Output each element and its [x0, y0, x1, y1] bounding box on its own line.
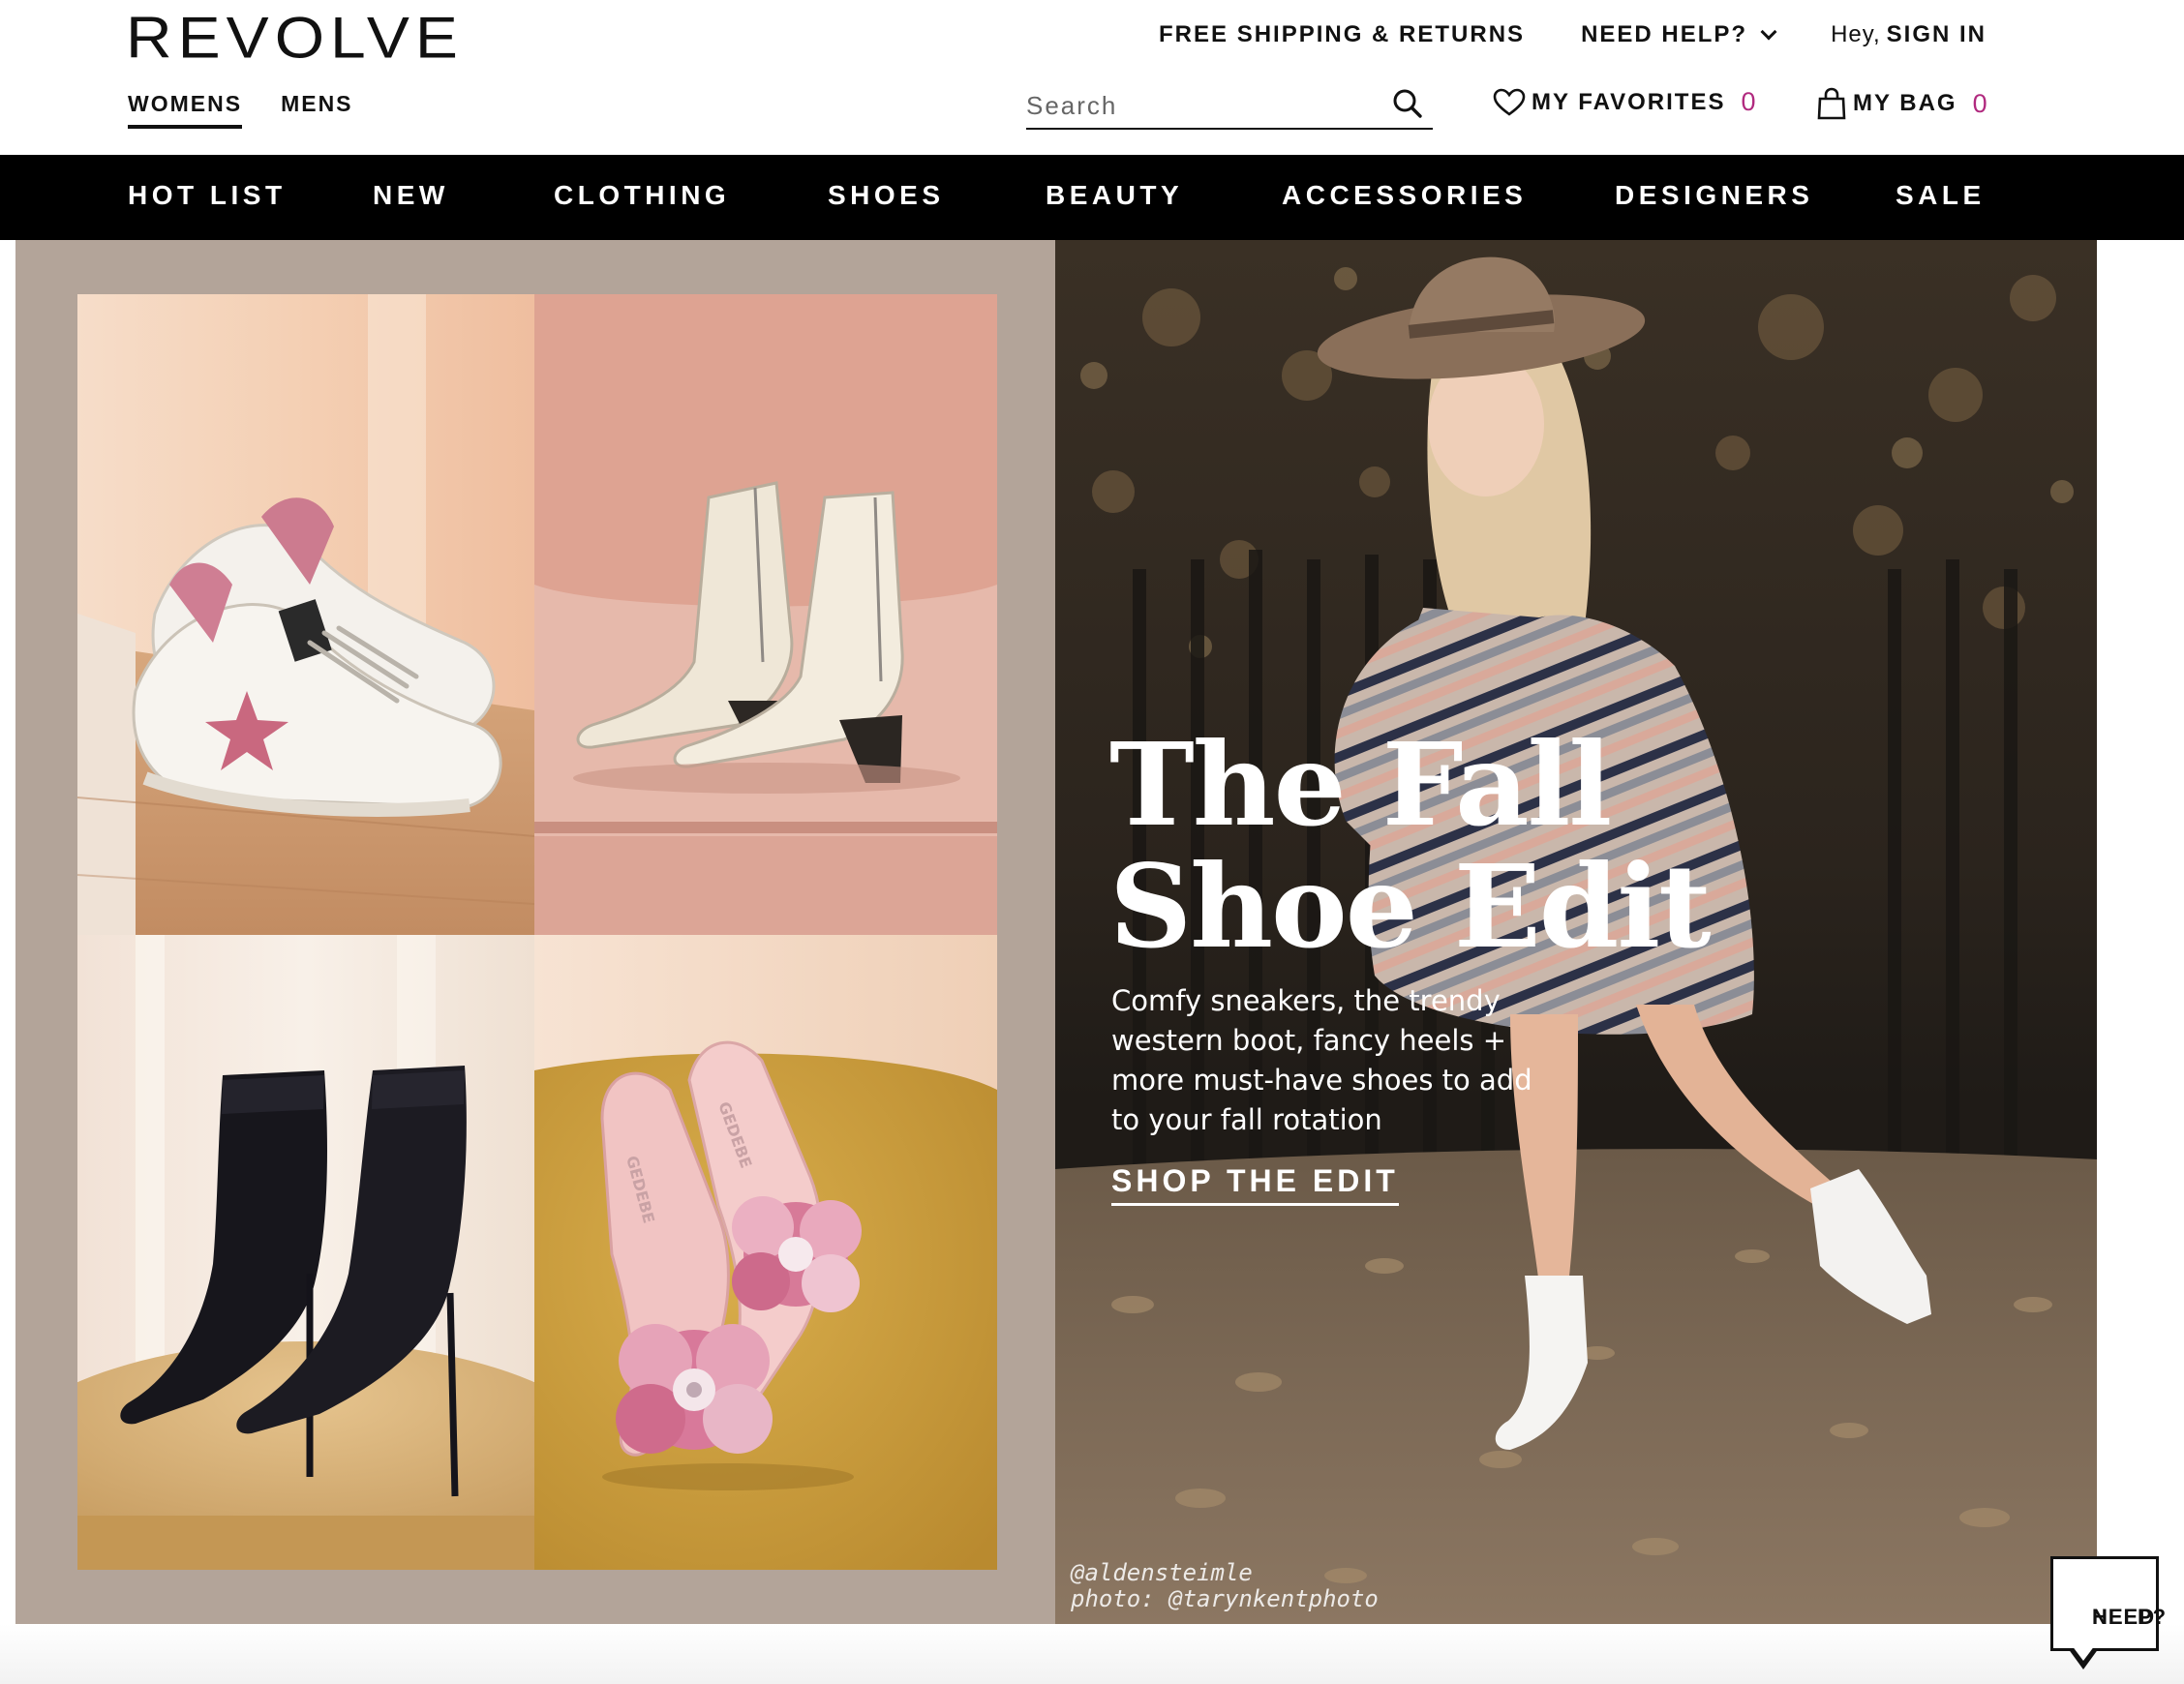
nav-beauty[interactable]: BEAUTY — [1046, 180, 1183, 211]
utility-nav: FREE SHIPPING & RETURNS NEED HELP? Hey, S… — [1103, 21, 1987, 48]
chat-bubble-tail-inner — [2072, 1645, 2095, 1661]
nav-designers[interactable]: DESIGNERS — [1615, 180, 1813, 211]
photo-credit: @aldensteimle photo: @tarynkentphoto — [1071, 1559, 1379, 1612]
western-boots-photo[interactable] — [534, 294, 997, 935]
search-bar — [1026, 83, 1433, 130]
hero-banner[interactable]: GEDEBE GEDEBE The Fall Shoe Edit Comfy s… — [15, 240, 2097, 1624]
sock-booties-photo[interactable] — [77, 935, 534, 1570]
my-bag-link[interactable]: MY BAG 0 — [1816, 87, 1987, 120]
search-input[interactable] — [1026, 90, 1375, 121]
free-shipping-link[interactable]: FREE SHIPPING & RETURNS — [1159, 21, 1525, 48]
page-bottom-strip — [0, 1624, 2184, 1684]
revolve-logo[interactable]: REVOLVE — [126, 8, 464, 67]
fall-shoe-edit-feature[interactable]: The Fall Shoe Edit Comfy sneakers, the t… — [1055, 240, 2097, 1624]
sneakers-photo[interactable] — [77, 294, 534, 935]
tab-womens[interactable]: WOMENS — [128, 91, 243, 129]
floral-mules-photo[interactable]: GEDEBE GEDEBE — [534, 935, 997, 1570]
my-favorites-link[interactable]: MY FAVORITES 0 — [1493, 87, 1756, 117]
need-help-dropdown[interactable]: NEED HELP? — [1581, 21, 1777, 48]
hero-headline: The Fall Shoe Edit — [1109, 717, 1712, 974]
shop-the-edit-link[interactable]: SHOP THE EDIT — [1111, 1163, 1399, 1206]
chevron-down-icon — [1760, 23, 1777, 41]
favorites-count: 0 — [1741, 87, 1756, 116]
tab-mens[interactable]: MENS — [281, 91, 352, 129]
nav-clothing[interactable]: CLOTHING — [554, 180, 730, 211]
heart-icon — [1493, 88, 1526, 116]
need-help-chat-button[interactable]: NEED HELP? — [2050, 1556, 2166, 1651]
search-icon[interactable] — [1388, 85, 1427, 124]
hero-subcopy: Comfy sneakers, the trendy western boot,… — [1111, 984, 1532, 1136]
bag-icon — [1817, 87, 1846, 120]
gender-nav: WOMENS MENS — [128, 91, 353, 129]
shoe-photo-grid: GEDEBE GEDEBE — [77, 294, 997, 1570]
nav-hot-list[interactable]: HOT LIST — [128, 180, 287, 211]
sign-in-link[interactable]: Hey, SIGN IN — [1831, 21, 1987, 48]
nav-shoes[interactable]: SHOES — [828, 180, 945, 211]
category-nav: HOT LIST NEW CLOTHING SHOES BEAUTY ACCES… — [0, 155, 2184, 240]
bag-count: 0 — [1972, 88, 1987, 118]
site-header: REVOLVE WOMENS MENS FREE SHIPPING & RETU… — [0, 0, 2184, 155]
nav-sale[interactable]: SALE — [1896, 180, 1986, 211]
nav-accessories[interactable]: ACCESSORIES — [1282, 180, 1527, 211]
nav-new[interactable]: NEW — [373, 180, 449, 211]
